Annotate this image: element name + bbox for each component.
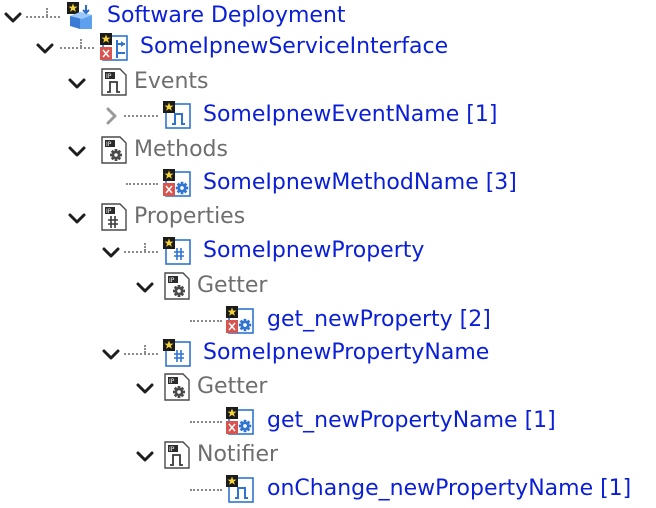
tree-row[interactable]: get_newProperty [2]: [0, 304, 656, 338]
software-deployment-icon: [66, 1, 96, 31]
svg-text:IP: IP: [106, 208, 112, 215]
tree-row[interactable]: SomeIpnewEventName [1]: [0, 99, 656, 133]
tree-connector-line: [46, 8, 48, 16]
tree-node-label[interactable]: Properties: [134, 201, 245, 233]
tree-node-label[interactable]: SomeIpnewEventName [1]: [203, 99, 497, 131]
tree-connector-line: [190, 489, 222, 491]
tree-connector-line: [190, 320, 222, 322]
deployment-tree: Software Deployment SomeIpnewServiceInter…: [0, 0, 656, 508]
tree-connector-line: [144, 345, 146, 353]
tree-row[interactable]: Software Deployment: [0, 0, 656, 34]
method-icon: [225, 305, 255, 335]
tree-node-label[interactable]: Software Deployment: [107, 0, 346, 32]
tree-connector-line: [126, 183, 158, 185]
getter-folder-icon: IP: [162, 372, 192, 402]
tree-node-label[interactable]: Notifier: [197, 439, 278, 471]
tree-connector-line: [60, 47, 94, 49]
tree-node-label[interactable]: SomeIpnewServiceInterface: [140, 31, 448, 63]
tree-node-label[interactable]: SomeIpnewMethodName [3]: [203, 167, 517, 199]
tree-node-label[interactable]: Getter: [197, 270, 267, 302]
tree-connector-line: [190, 421, 222, 423]
svg-text:IP: IP: [169, 446, 175, 453]
notifier-folder-icon: IP: [162, 440, 192, 470]
chevron-down-icon[interactable]: [2, 6, 24, 28]
tree-node-label[interactable]: get_newProperty [2]: [267, 304, 491, 336]
property-icon: [162, 338, 192, 368]
event-icon: [162, 100, 192, 130]
events-folder-icon: IP: [99, 67, 129, 97]
tree-connector-line: [144, 243, 146, 251]
tree-row[interactable]: IP Notifier: [0, 439, 656, 473]
methods-folder-icon: IP: [99, 135, 129, 165]
tree-node-label[interactable]: Methods: [134, 134, 228, 166]
tree-row[interactable]: IP Getter: [0, 371, 656, 405]
chevron-down-icon[interactable]: [100, 343, 122, 365]
tree-node-label[interactable]: Getter: [197, 371, 267, 403]
getter-folder-icon: IP: [162, 271, 192, 301]
tree-row[interactable]: SomeIpnewServiceInterface: [0, 31, 656, 65]
svg-text:IP: IP: [106, 141, 112, 148]
method-icon: [225, 406, 255, 436]
property-icon: [162, 236, 192, 266]
tree-row[interactable]: SomeIpnewProperty: [0, 235, 656, 269]
tree-row[interactable]: IP Events: [0, 66, 656, 100]
tree-row[interactable]: get_newPropertyName [1]: [0, 405, 656, 439]
tree-row[interactable]: onChange_newPropertyName [1]: [0, 473, 656, 507]
tree-node-label[interactable]: SomeIpnewProperty: [203, 235, 424, 267]
tree-row[interactable]: SomeIpnewMethodName [3]: [0, 167, 656, 201]
tree-row[interactable]: SomeIpnewPropertyName: [0, 337, 656, 371]
chevron-down-icon[interactable]: [66, 140, 88, 162]
tree-node-label[interactable]: SomeIpnewPropertyName: [203, 337, 489, 369]
tree-row[interactable]: IP Getter: [0, 270, 656, 304]
chevron-down-icon[interactable]: [66, 207, 88, 229]
tree-node-label[interactable]: Events: [134, 66, 209, 98]
chevron-down-icon[interactable]: [134, 377, 156, 399]
chevron-right-icon[interactable]: [100, 105, 122, 127]
tree-node-label[interactable]: onChange_newPropertyName [1]: [267, 473, 631, 505]
event-icon: [225, 474, 255, 504]
chevron-down-icon[interactable]: [134, 445, 156, 467]
tree-connector-line: [80, 39, 82, 47]
svg-text:IP: IP: [169, 378, 175, 385]
chevron-down-icon[interactable]: [100, 241, 122, 263]
chevron-down-icon[interactable]: [134, 276, 156, 298]
tree-connector-line: [26, 16, 60, 18]
service-interface-icon: [99, 32, 129, 62]
chevron-down-icon[interactable]: [66, 72, 88, 94]
tree-row[interactable]: IP Properties: [0, 201, 656, 235]
svg-text:IP: IP: [169, 277, 175, 284]
method-icon: [162, 168, 192, 198]
tree-connector-line: [124, 251, 158, 253]
svg-text:IP: IP: [106, 73, 112, 80]
chevron-down-icon[interactable]: [34, 37, 56, 59]
tree-row[interactable]: IP Methods: [0, 134, 656, 168]
tree-connector-line: [124, 353, 158, 355]
properties-folder-icon: IP: [99, 202, 129, 232]
tree-connector-line: [124, 115, 158, 117]
tree-node-label[interactable]: get_newPropertyName [1]: [267, 405, 556, 437]
